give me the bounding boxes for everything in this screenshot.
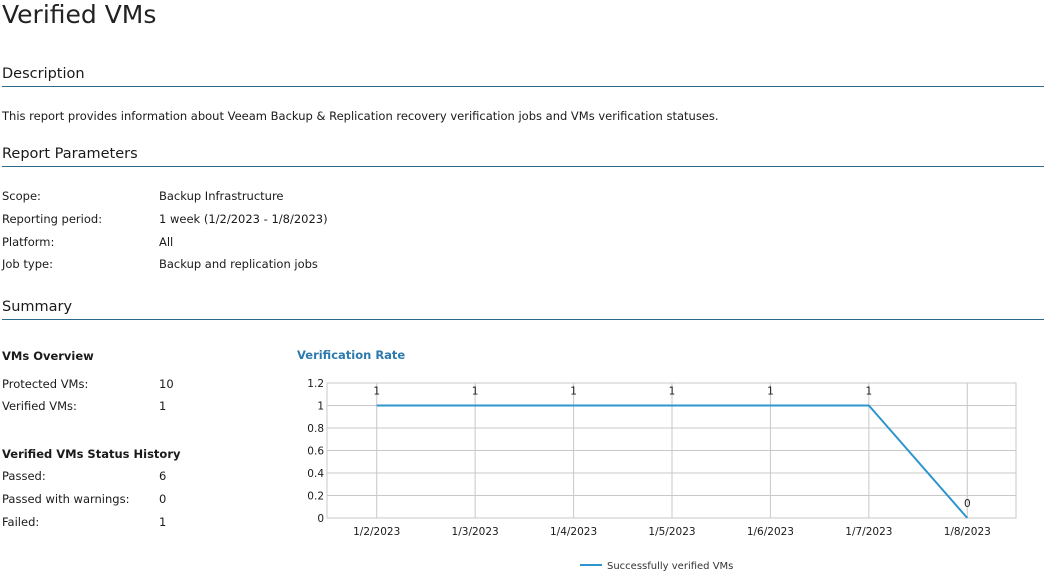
data-label: 0 <box>964 498 971 510</box>
report-parameters-section-header: Report Parameters <box>2 146 1044 167</box>
kv-label: Passed: <box>2 469 46 483</box>
y-tick-label: 1.2 <box>307 378 324 390</box>
y-tick-label: 1 <box>317 401 324 413</box>
parameter-value: Backup and replication jobs <box>159 257 318 271</box>
y-tick-label: 0.2 <box>307 491 324 503</box>
kv-value: 1 <box>159 515 167 529</box>
parameter-value: Backup Infrastructure <box>159 189 284 203</box>
description-text: This report provides information about V… <box>2 109 719 123</box>
y-tick-label: 0.6 <box>307 446 324 458</box>
data-label: 1 <box>373 386 380 398</box>
vms-overview-heading: VMs Overview <box>2 349 94 363</box>
y-tick-label: 0.8 <box>307 423 324 435</box>
data-label: 1 <box>669 386 676 398</box>
y-tick-label: 0.4 <box>307 468 324 480</box>
data-label: 1 <box>767 386 774 398</box>
kv-label: Failed: <box>2 515 40 529</box>
data-label: 1 <box>472 386 479 398</box>
parameter-value: All <box>159 235 174 249</box>
kv-label: Protected VMs: <box>2 377 89 391</box>
kv-value: 10 <box>159 377 174 391</box>
legend-label: Successfully verified VMs <box>607 561 733 572</box>
description-section-header: Description <box>2 66 1044 87</box>
parameter-label: Platform: <box>2 235 55 249</box>
x-tick-label: 1/2/2023 <box>353 526 400 538</box>
parameter-label: Reporting period: <box>2 212 103 226</box>
data-label: 1 <box>570 386 577 398</box>
kv-label: Passed with warnings: <box>2 492 130 506</box>
kv-label: Verified VMs: <box>2 399 77 413</box>
x-tick-label: 1/3/2023 <box>452 526 499 538</box>
x-tick-label: 1/5/2023 <box>648 526 695 538</box>
status-history-heading: Verified VMs Status History <box>2 447 181 461</box>
parameter-value: 1 week (1/2/2023 - 1/8/2023) <box>159 212 328 226</box>
y-tick-label: 0 <box>317 513 324 525</box>
parameter-label: Job type: <box>2 257 53 271</box>
kv-value: 6 <box>159 469 167 483</box>
summary-section-header: Summary <box>2 299 1044 320</box>
x-tick-label: 1/8/2023 <box>944 526 991 538</box>
verification-rate-chart: 0 0.2 0.4 0.6 0.8 1 1.2 1/2/2023 1/3/2023 1/4/202… <box>307 378 1017 572</box>
x-tick-label: 1/7/2023 <box>845 526 892 538</box>
parameter-label: Scope: <box>2 189 41 203</box>
x-tick-label: 1/4/2023 <box>550 526 597 538</box>
data-label: 1 <box>866 386 873 398</box>
chart-title: Verification Rate <box>297 348 406 362</box>
kv-value: 0 <box>159 492 167 506</box>
kv-value: 1 <box>159 399 167 413</box>
x-tick-label: 1/6/2023 <box>747 526 794 538</box>
page-title: Verified VMs <box>2 0 157 29</box>
